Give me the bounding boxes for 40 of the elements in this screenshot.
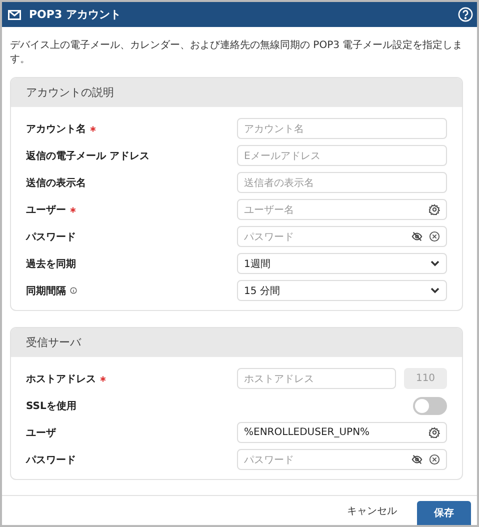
info-icon[interactable]	[70, 287, 77, 294]
field-label: ユーザ	[26, 426, 56, 440]
input-field[interactable]: Eメールアドレス	[237, 145, 447, 166]
dropdown[interactable]: 15 分間	[237, 280, 447, 301]
window-title: POP3 アカウント	[29, 7, 122, 22]
cancel-button[interactable]: キャンセル	[347, 504, 397, 518]
field-label: 返信の電子メール アドレス	[26, 150, 150, 162]
save-button[interactable]: 保存	[417, 501, 471, 525]
field-label: SSLを使用	[26, 400, 76, 412]
eye-slash-icon[interactable]	[411, 454, 423, 465]
input-field[interactable]: ホストアドレス	[237, 368, 396, 389]
chevron-down-icon	[430, 260, 440, 267]
gear-icon[interactable]	[429, 204, 440, 215]
field-label: ユーザー	[26, 204, 66, 216]
field-label: パスワード	[26, 230, 76, 244]
field-label: 送信の表示名	[26, 176, 86, 190]
field-label: 同期間隔	[26, 284, 66, 298]
help-icon[interactable]	[458, 7, 473, 22]
gear-icon[interactable]	[429, 427, 440, 438]
clear-icon[interactable]	[429, 231, 440, 242]
toggle-switch[interactable]	[413, 396, 447, 414]
eye-slash-icon[interactable]	[411, 231, 423, 242]
clear-icon[interactable]	[429, 454, 440, 465]
envelope-icon	[8, 10, 21, 20]
input-field[interactable]: ユーザー名	[237, 199, 447, 220]
field-label: ホストアドレス	[26, 372, 96, 386]
field-label: アカウント名	[26, 122, 86, 136]
section-header: アカウントの説明	[11, 78, 462, 107]
description-text: デバイス上の電子メール、カレンダー、および連絡先の無線同期の POP3 電子メール設定を指定します。	[10, 39, 463, 67]
field-label: パスワード	[26, 454, 76, 466]
input-field[interactable]: %ENROLLEDUSER_UPN%	[237, 422, 447, 443]
dropdown[interactable]: 1週間	[237, 253, 447, 274]
section-header: 受信サーバ	[11, 328, 462, 357]
port-field: 110	[404, 368, 447, 389]
input-field[interactable]: 送信者の表示名	[237, 172, 447, 193]
field-label: 過去を同期	[26, 258, 76, 270]
input-field[interactable]: アカウント名	[237, 118, 447, 139]
input-field[interactable]: パスワード	[237, 226, 447, 247]
chevron-down-icon	[430, 287, 440, 294]
input-field[interactable]: パスワード	[237, 449, 447, 470]
